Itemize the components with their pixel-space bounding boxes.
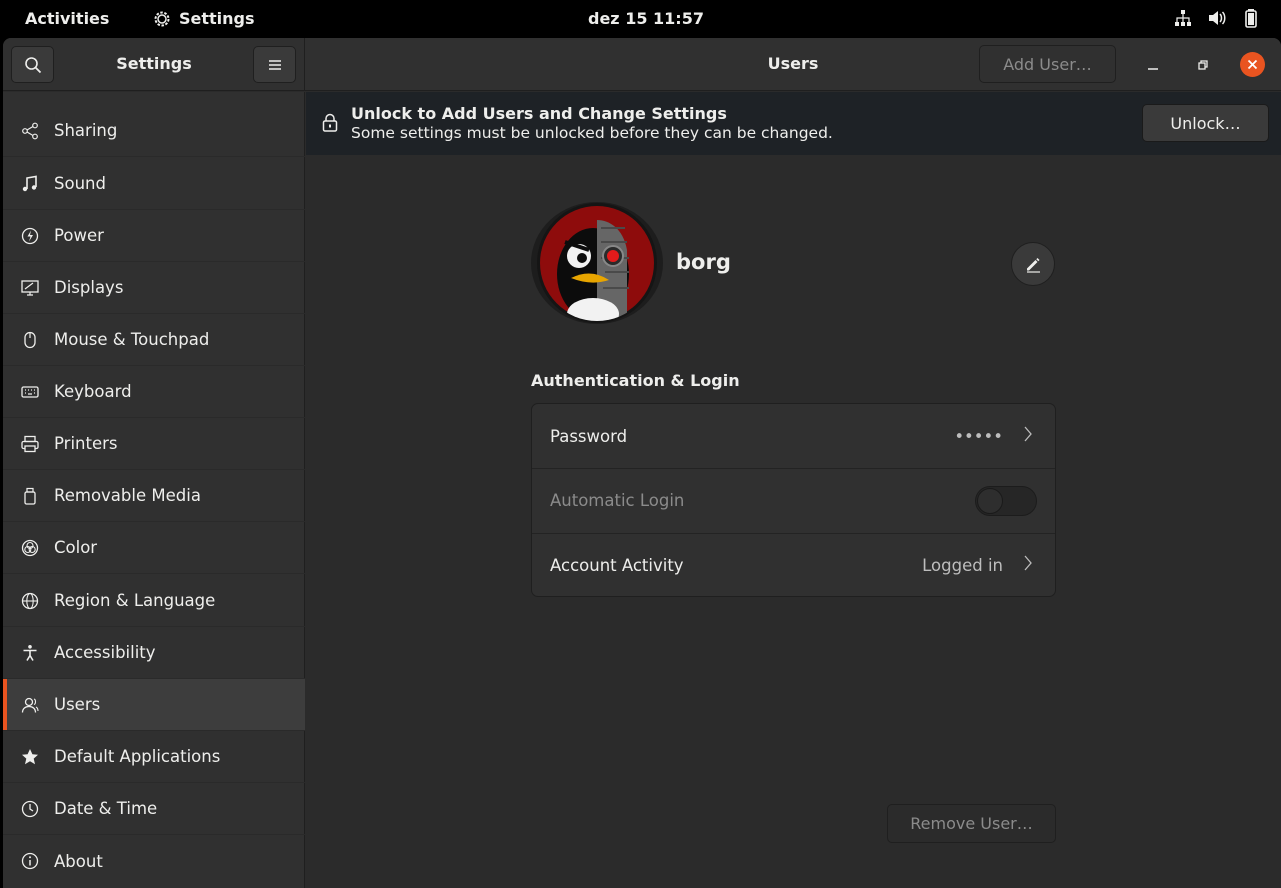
pencil-icon bbox=[1024, 255, 1042, 273]
sidebar-item-default-applications[interactable]: Default Applications bbox=[3, 731, 305, 783]
system-tray[interactable] bbox=[1173, 8, 1261, 28]
app-menu[interactable]: Settings bbox=[153, 9, 255, 28]
sidebar-item-users[interactable]: Users bbox=[3, 679, 305, 731]
close-button[interactable] bbox=[1240, 52, 1265, 77]
sidebar-item-about[interactable]: About bbox=[3, 835, 305, 887]
password-value: ••••• bbox=[954, 426, 1003, 446]
chevron-right-icon bbox=[1023, 426, 1033, 447]
restore-icon bbox=[1197, 59, 1209, 71]
music-note-icon bbox=[20, 174, 40, 194]
network-icon[interactable] bbox=[1173, 8, 1193, 28]
account-activity-row[interactable]: Account Activity Logged in bbox=[532, 533, 1055, 596]
password-label: Password bbox=[550, 426, 628, 446]
sidebar-item-label: Accessibility bbox=[54, 643, 156, 662]
gear-icon bbox=[153, 10, 171, 28]
hamburger-icon bbox=[268, 59, 282, 71]
edit-user-button[interactable] bbox=[1011, 242, 1055, 286]
sidebar-item-printers[interactable]: Printers bbox=[3, 418, 305, 470]
account-activity-label: Account Activity bbox=[550, 556, 684, 575]
sidebar-item-label: Removable Media bbox=[54, 486, 201, 505]
sidebar-item-label: Color bbox=[54, 538, 98, 557]
account-activity-value: Logged in bbox=[922, 556, 1003, 575]
switch-knob bbox=[977, 488, 1003, 514]
user-name: borg bbox=[676, 250, 731, 274]
star-icon bbox=[20, 747, 40, 767]
sidebar-item-power[interactable]: Power bbox=[3, 210, 305, 262]
chevron-right-icon bbox=[1023, 555, 1033, 576]
unlock-infobar: Unlock to Add Users and Change Settings … bbox=[306, 92, 1281, 155]
battery-icon[interactable] bbox=[1241, 8, 1261, 28]
mouse-icon bbox=[20, 330, 40, 350]
header-bar: Settings Users Add User… bbox=[3, 38, 1281, 91]
sidebar-item-removable-media[interactable]: Removable Media bbox=[3, 470, 305, 522]
sidebar-item-sound[interactable]: Sound bbox=[3, 158, 305, 210]
sidebar-item-region-language[interactable]: Region & Language bbox=[3, 575, 305, 627]
automatic-login-row: Automatic Login bbox=[532, 468, 1055, 532]
sidebar-item-label: Date & Time bbox=[54, 799, 158, 818]
password-row[interactable]: Password ••••• bbox=[532, 404, 1055, 468]
remove-user-button[interactable]: Remove User… bbox=[887, 804, 1056, 843]
top-bar: Activities Settings dez 15 11:57 bbox=[0, 0, 1281, 37]
sidebar-item-keyboard[interactable]: Keyboard bbox=[3, 366, 305, 418]
volume-icon[interactable] bbox=[1207, 8, 1227, 28]
sidebar-item-label: About bbox=[54, 851, 103, 871]
clock-icon bbox=[20, 799, 40, 819]
unlock-button[interactable]: Unlock… bbox=[1142, 104, 1269, 142]
accessibility-icon bbox=[20, 643, 40, 663]
avatar bbox=[531, 202, 663, 324]
settings-window: Settings Users Add User… Sharing Sound P… bbox=[3, 38, 1281, 888]
sidebar-item-label: Keyboard bbox=[54, 382, 132, 401]
sidebar-item-displays[interactable]: Displays bbox=[3, 262, 305, 314]
activities-button[interactable]: Activities bbox=[25, 9, 109, 28]
sidebar-item-mouse-touchpad[interactable]: Mouse & Touchpad bbox=[3, 314, 305, 366]
maximize-button[interactable] bbox=[1191, 53, 1215, 77]
sidebar-item-label: Mouse & Touchpad bbox=[54, 330, 210, 349]
sidebar-item-label: Default Applications bbox=[54, 747, 221, 766]
close-icon bbox=[1247, 59, 1258, 70]
sidebar-item-label: Displays bbox=[54, 278, 124, 297]
keyboard-icon bbox=[20, 382, 40, 402]
info-icon bbox=[20, 851, 40, 871]
sidebar-item-label: Power bbox=[54, 226, 104, 245]
auth-section-title: Authentication & Login bbox=[531, 371, 740, 390]
minimize-button[interactable] bbox=[1141, 53, 1165, 77]
add-user-button[interactable]: Add User… bbox=[979, 45, 1116, 83]
app-name: Settings bbox=[179, 9, 255, 28]
sidebar: Sharing Sound Power Displays Mouse & Tou… bbox=[3, 92, 305, 888]
share-icon bbox=[20, 121, 40, 141]
sidebar-item-label: Region & Language bbox=[54, 591, 216, 610]
sidebar-item-sharing[interactable]: Sharing bbox=[3, 105, 305, 157]
lock-icon bbox=[322, 113, 338, 137]
sidebar-item-date-time[interactable]: Date & Time bbox=[3, 783, 305, 835]
sidebar-item-color[interactable]: Color bbox=[3, 522, 305, 574]
automatic-login-switch[interactable] bbox=[975, 486, 1037, 516]
infobar-subtitle: Some settings must be unlocked before th… bbox=[351, 124, 833, 142]
page-title: Users bbox=[767, 54, 819, 73]
users-icon bbox=[20, 695, 40, 715]
sidebar-item-label: Sound bbox=[54, 174, 106, 193]
avatar-image bbox=[537, 203, 657, 323]
clock[interactable]: dez 15 11:57 bbox=[588, 9, 704, 28]
power-icon bbox=[20, 226, 40, 246]
printer-icon bbox=[20, 434, 40, 454]
removable-media-icon bbox=[20, 486, 40, 506]
auth-list: Password ••••• Automatic Login Account A… bbox=[531, 403, 1056, 597]
sidebar-item-accessibility[interactable]: Accessibility bbox=[3, 627, 305, 679]
menu-button[interactable] bbox=[253, 46, 296, 83]
color-icon bbox=[20, 538, 40, 558]
display-icon bbox=[20, 278, 40, 298]
sidebar-item-label: Printers bbox=[54, 434, 118, 453]
minimize-icon bbox=[1147, 59, 1159, 71]
sidebar-header: Settings bbox=[3, 38, 305, 91]
automatic-login-label: Automatic Login bbox=[550, 491, 685, 510]
globe-icon bbox=[20, 591, 40, 611]
sidebar-item-label: Users bbox=[54, 695, 101, 714]
sidebar-item-label: Sharing bbox=[54, 121, 118, 140]
infobar-title: Unlock to Add Users and Change Settings bbox=[351, 104, 727, 123]
